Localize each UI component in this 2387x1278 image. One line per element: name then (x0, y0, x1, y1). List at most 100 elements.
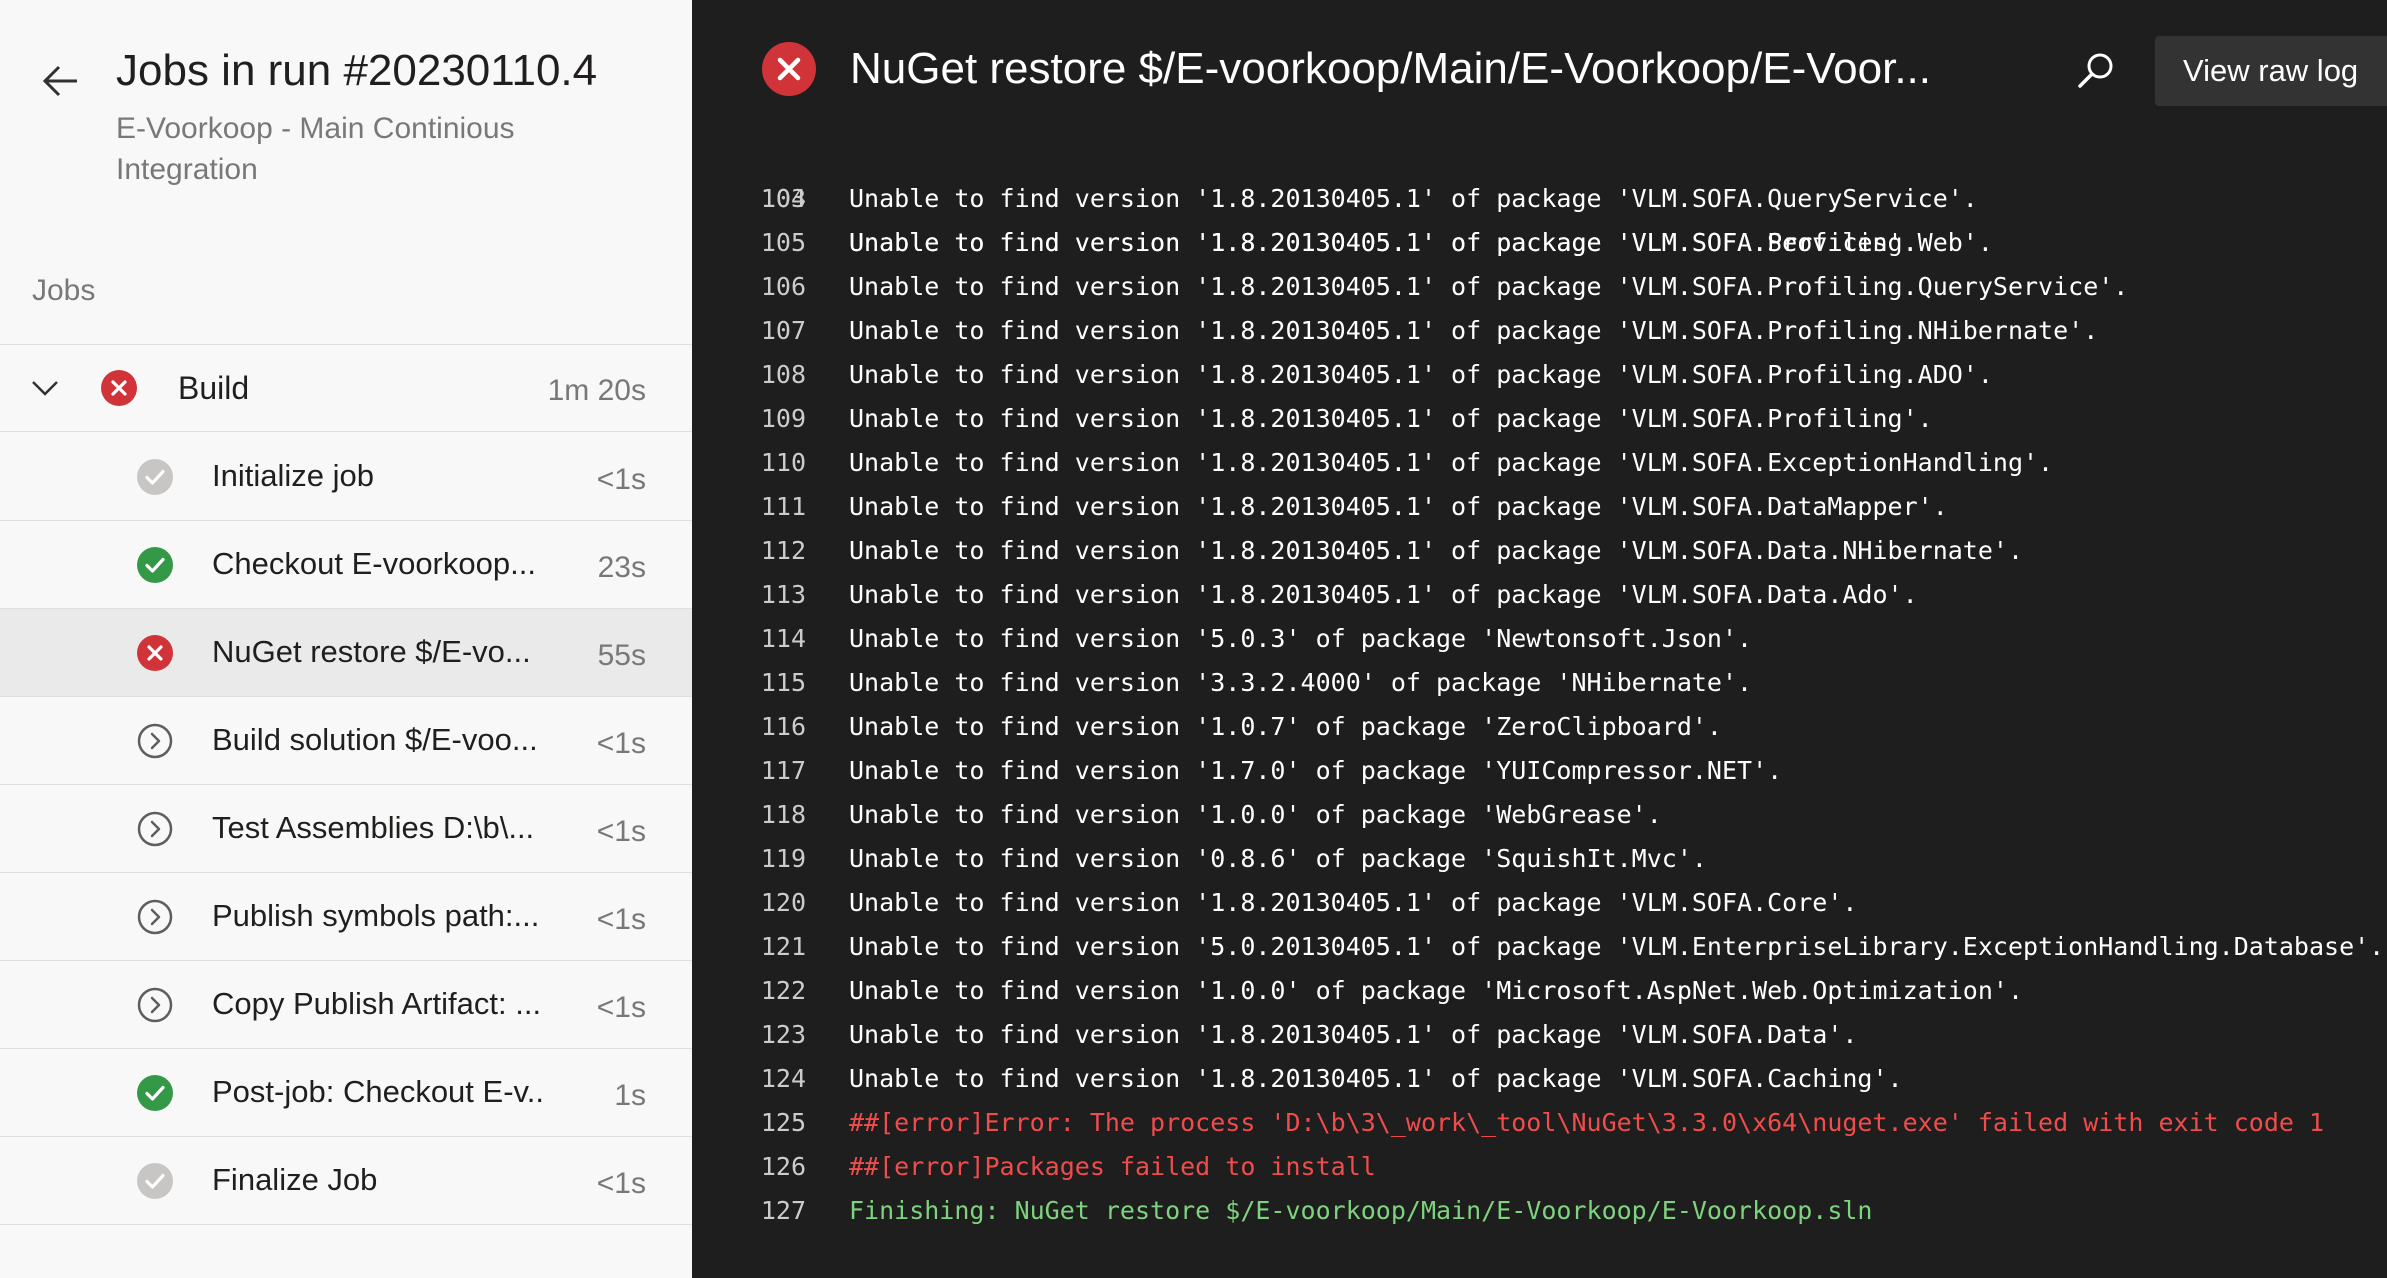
log-line-number: 118 (760, 800, 806, 829)
log-line-number: 127 (760, 1196, 806, 1225)
pipeline-name: E-Voorkoop - Main Continious Integration (116, 112, 515, 186)
log-line-number: 112 (760, 536, 806, 565)
failed-status-icon (101, 370, 137, 411)
log-line-text: Unable to find version '1.0.0' of packag… (849, 976, 2023, 1005)
log-line-number: 104 (760, 184, 806, 213)
arrow-left-icon (42, 65, 77, 97)
step-row[interactable]: Test Assemblies D:\b\... <1s (0, 785, 692, 873)
log-line-text: ##[error]Packages failed to install (849, 1152, 1376, 1181)
log-line-number: 116 (760, 712, 806, 741)
view-raw-log-button[interactable]: View raw log (2155, 36, 2387, 106)
log-line-number: 123 (760, 1020, 806, 1049)
skipped-status-icon (137, 899, 173, 935)
log-line-text: Unable to find version '1.8.20130405.1' … (849, 272, 2129, 301)
log-line-text: Unable to find version '1.8.20130405.1' … (849, 580, 1918, 609)
step-duration: <1s (596, 991, 646, 1024)
log-line-text: Unable to find version '1.8.20130405.1' … (849, 448, 2054, 477)
step-duration: 1s (614, 1079, 646, 1112)
log-line-number: 111 (760, 492, 806, 521)
job-name: Build (178, 370, 250, 406)
completed-status-icon (137, 459, 173, 495)
log-line-number: 126 (760, 1152, 806, 1181)
log-line-text: Unable to find version '1.8.20130405.1' … (849, 316, 2099, 345)
log-line-number: 105 (760, 228, 806, 257)
log-line-text: Unable to find version '1.8.20130405.1' … (849, 404, 1933, 433)
job-duration: 1m 20s (547, 374, 646, 407)
log-line-number: 117 (760, 756, 806, 785)
jobs-section-label: Jobs (32, 274, 96, 307)
skipped-status-icon (137, 723, 173, 759)
success-status-icon (137, 1075, 173, 1111)
step-name: Finalize Job (212, 1162, 378, 1197)
log-line-text: Finishing: NuGet restore $/E-voorkoop/Ma… (849, 1196, 1873, 1225)
step-duration: <1s (596, 815, 646, 848)
search-icon (2078, 53, 2113, 88)
step-name: Publish symbols path:... (212, 898, 540, 933)
log-panel: NuGet restore $/E-voorkoop/Main/E-Voorko… (692, 0, 2387, 1278)
step-duration: <1s (596, 463, 646, 496)
log-line-number: 114 (760, 624, 806, 653)
step-row[interactable]: Initialize job <1s (0, 433, 692, 521)
log-line-number: 106 (760, 272, 806, 301)
log-line-text: Unable to find version '1.0.0' of packag… (849, 800, 1662, 829)
log-line-text: Unable to find version '1.8.20130405.1' … (849, 492, 1948, 521)
step-status (137, 1163, 173, 1199)
log-line-number: 120 (760, 888, 806, 917)
step-list: Initialize job <1s Checkout E-voorkoop... 2… (0, 433, 692, 1225)
failed-status-icon (137, 635, 173, 671)
step-row[interactable]: Post-job: Checkout E-v... 1s (0, 1049, 692, 1137)
search-button[interactable] (2074, 48, 2120, 94)
log-line-text: Unable to find version '1.7.0' of packag… (849, 756, 1783, 785)
step-row[interactable]: Publish symbols path:... <1s (0, 873, 692, 961)
log-line-text: Unable to find version '1.8.20130405.1' … (849, 536, 2023, 565)
step-status (137, 899, 173, 935)
step-duration: <1s (596, 1167, 646, 1200)
log-line-text: Unable to find version '1.8.20130405.1' … (849, 360, 1993, 389)
log-line-number: 108 (760, 360, 806, 389)
log-line-text: Unable to find version '5.0.3' of packag… (849, 624, 1753, 653)
step-row[interactable]: Checkout E-voorkoop... 23s (0, 521, 692, 609)
failed-status-icon (762, 42, 816, 96)
step-status (137, 635, 173, 671)
log-line-number: 124 (760, 1064, 806, 1093)
step-status (137, 723, 173, 759)
log-line-number: 119 (760, 844, 806, 873)
step-status (137, 1075, 173, 1111)
step-row[interactable]: Copy Publish Artifact: ... <1s (0, 961, 692, 1049)
log-line-text: Unable to find version '3.3.2.4000' of p… (849, 668, 1753, 697)
log-line-text: Unable to find version '1.8.20130405.1' … (849, 888, 1858, 917)
step-duration: <1s (596, 727, 646, 760)
log-title: NuGet restore $/E-voorkoop/Main/E-Voorko… (850, 44, 1931, 93)
skipped-status-icon (137, 811, 173, 847)
back-button[interactable] (38, 58, 84, 104)
step-name: Test Assemblies D:\b\... (212, 810, 535, 845)
step-duration: <1s (596, 903, 646, 936)
chevron-down-icon[interactable] (30, 373, 60, 403)
step-duration: 55s (597, 639, 646, 672)
log-line-number: 109 (760, 404, 806, 433)
log-line-partial: 103 Unable to find version '1.8.20130405… (692, 158, 1918, 257)
log-line-text: Unable to find version '1.8.20130405.1' … (849, 1064, 1903, 1093)
step-duration: 23s (597, 551, 646, 584)
log-viewer[interactable]: 103 Unable to find version '1.8.20130405… (692, 158, 2387, 1278)
step-row[interactable]: Finalize Job <1s (0, 1137, 692, 1225)
log-line-number: 121 (760, 932, 806, 961)
log-line-number: 110 (760, 448, 806, 477)
step-name: Copy Publish Artifact: ... (212, 986, 542, 1021)
failed-status-icon (101, 370, 137, 406)
log-line-text: Unable to find version '0.8.6' of packag… (849, 844, 1707, 873)
step-name: Build solution $/E-voo... (212, 722, 538, 757)
jobs-panel: Jobs in run #20230110.4 E-Voorkoop - Mai… (0, 0, 692, 1278)
step-row[interactable]: Build solution $/E-voo... <1s (0, 697, 692, 785)
step-name: Checkout E-voorkoop... (212, 546, 536, 581)
log-line-number: 115 (760, 668, 806, 697)
log-line-text: Unable to find version '5.0.20130405.1' … (849, 932, 2385, 961)
step-row[interactable]: NuGet restore $/E-vo... 55s (0, 609, 692, 697)
step-status (137, 811, 173, 847)
log-line-number: 125 (760, 1108, 806, 1137)
log-line-text: Unable to find version '1.8.20130405.1' … (849, 1020, 1858, 1049)
log-line-text: ##[error]Error: The process 'D:\b\3\_wor… (849, 1108, 2325, 1137)
job-row-build[interactable]: Build 1m 20s (0, 345, 692, 432)
page-title: Jobs in run #20230110.4 (116, 46, 598, 95)
log-line-text: Unable to find version '1.8.20130405.1' … (849, 184, 1978, 213)
